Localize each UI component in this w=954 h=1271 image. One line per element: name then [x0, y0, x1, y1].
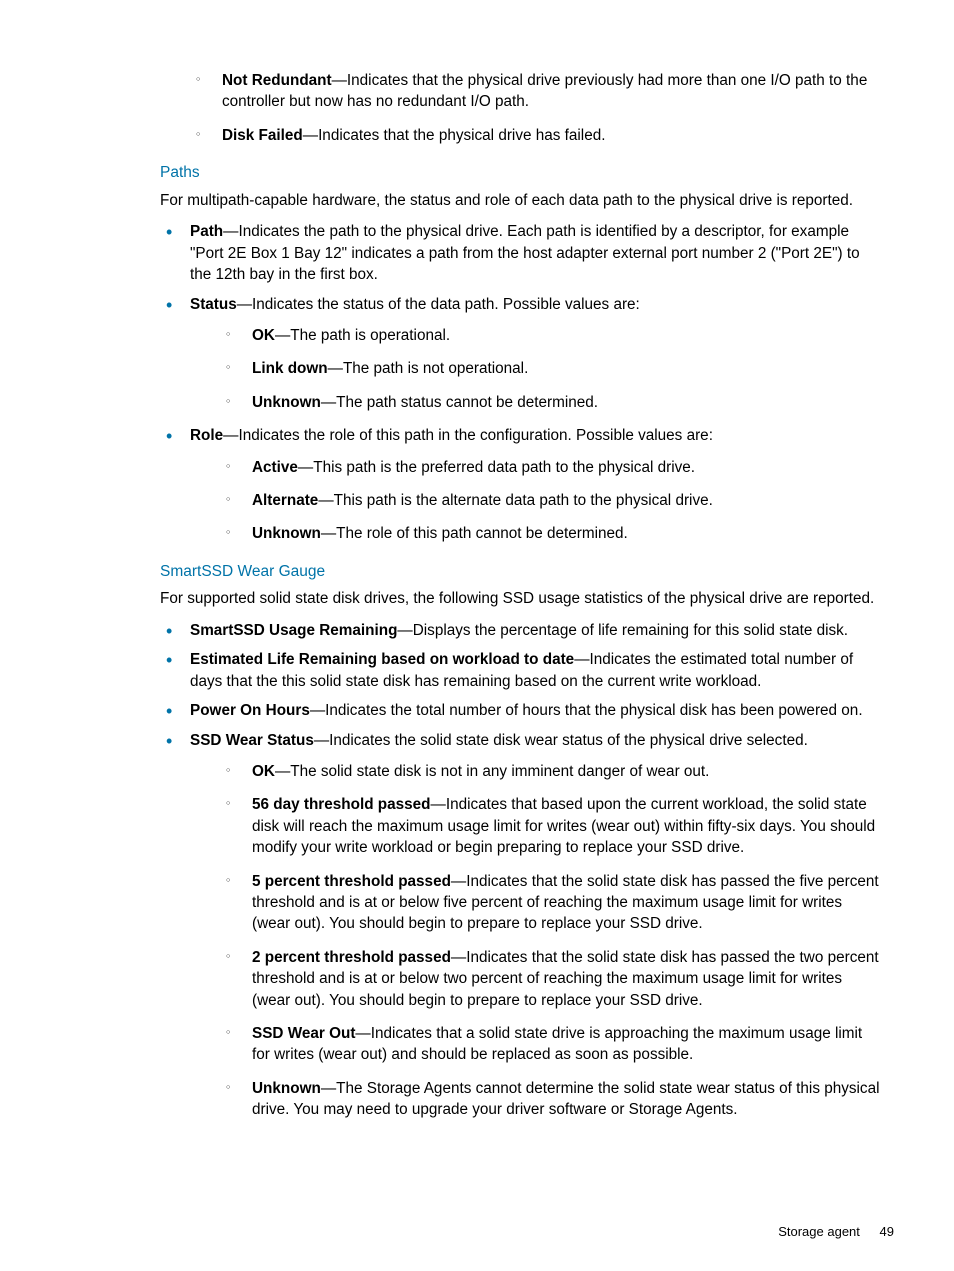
desc: —The path is operational.	[275, 327, 450, 344]
desc: —The path status cannot be determined.	[321, 394, 598, 411]
list-item: Disk Failed—Indicates that the physical …	[160, 125, 884, 146]
term: Unknown	[252, 394, 321, 411]
list-item: Unknown—The path status cannot be determ…	[190, 392, 884, 413]
heading-paths: Paths	[160, 162, 884, 184]
list-item: 5 percent threshold passed—Indicates tha…	[190, 871, 884, 935]
page-number: 49	[880, 1224, 894, 1239]
term: Unknown	[252, 525, 321, 542]
top-sublist: Not Redundant —Indicates that the physica…	[160, 70, 884, 146]
list-item: Estimated Life Remaining based on worklo…	[160, 649, 884, 692]
term: Unknown	[252, 1080, 321, 1097]
term: OK	[252, 763, 275, 780]
term: Power On Hours	[190, 702, 310, 719]
desc: —Indicates the role of this path in the …	[223, 427, 713, 444]
paths-intro: For multipath-capable hardware, the stat…	[160, 190, 884, 211]
desc: —Displays the percentage of life remaini…	[397, 622, 848, 639]
desc: —Indicates the total number of hours tha…	[310, 702, 863, 719]
desc: —The solid state disk is not in any immi…	[275, 763, 709, 780]
term: Status	[190, 296, 237, 313]
term: Estimated Life Remaining based on worklo…	[190, 651, 574, 668]
list-item: SSD Wear Out—Indicates that a solid stat…	[190, 1023, 884, 1066]
list-item: Link down—The path is not operational.	[190, 358, 884, 379]
list-item: Status—Indicates the status of the data …	[160, 294, 884, 414]
term: Link down	[252, 360, 328, 377]
desc: —Indicates the path to the physical driv…	[190, 223, 860, 283]
role-sublist: Active—This path is the preferred data p…	[190, 457, 884, 545]
term: Disk Failed	[222, 127, 303, 144]
desc: —The Storage Agents cannot determine the…	[252, 1080, 880, 1118]
smartssd-list: SmartSSD Usage Remaining—Displays the pe…	[160, 620, 884, 1121]
status-sublist: OK—The path is operational. Link down—Th…	[190, 325, 884, 413]
term: 5 percent threshold passed	[252, 873, 451, 890]
term: 2 percent threshold passed	[252, 949, 451, 966]
term: 56 day threshold passed	[252, 796, 431, 813]
list-item: Unknown—The role of this path cannot be …	[190, 523, 884, 544]
term: Alternate	[252, 492, 318, 509]
list-item: OK—The solid state disk is not in any im…	[190, 761, 884, 782]
smartssd-intro: For supported solid state disk drives, t…	[160, 588, 884, 609]
list-item: 2 percent threshold passed—Indicates tha…	[190, 947, 884, 1011]
desc: —This path is the preferred data path to…	[298, 459, 695, 476]
term: Not Redundant	[222, 72, 332, 89]
list-item: Unknown—The Storage Agents cannot determ…	[190, 1078, 884, 1121]
term: SmartSSD Usage Remaining	[190, 622, 397, 639]
desc: —Indicates that the physical drive has f…	[303, 127, 606, 144]
list-item: Path—Indicates the path to the physical …	[160, 221, 884, 285]
paths-list: Path—Indicates the path to the physical …	[160, 221, 884, 544]
footer-label: Storage agent	[778, 1224, 860, 1239]
term: Role	[190, 427, 223, 444]
list-item: SSD Wear Status—Indicates the solid stat…	[160, 730, 884, 1121]
list-item: OK—The path is operational.	[190, 325, 884, 346]
page-footer: Storage agent 49	[778, 1223, 894, 1241]
desc: —This path is the alternate data path to…	[318, 492, 713, 509]
list-item: Role—Indicates the role of this path in …	[160, 425, 884, 545]
list-item: Not Redundant—Indicates that the physica…	[160, 70, 884, 113]
list-item: SmartSSD Usage Remaining—Displays the pe…	[160, 620, 884, 641]
term: SSD Wear Out	[252, 1025, 355, 1042]
term: OK	[252, 327, 275, 344]
wear-sublist: OK—The solid state disk is not in any im…	[190, 761, 884, 1121]
desc: —Indicates the status of the data path. …	[237, 296, 640, 313]
list-item: 56 day threshold passed—Indicates that b…	[190, 794, 884, 858]
heading-smartssd: SmartSSD Wear Gauge	[160, 561, 884, 583]
desc: —The role of this path cannot be determi…	[321, 525, 628, 542]
list-item: Alternate—This path is the alternate dat…	[190, 490, 884, 511]
desc: —Indicates the solid state disk wear sta…	[314, 732, 808, 749]
desc: —The path is not operational.	[328, 360, 529, 377]
list-item: Active—This path is the preferred data p…	[190, 457, 884, 478]
list-item: Power On Hours—Indicates the total numbe…	[160, 700, 884, 721]
term: SSD Wear Status	[190, 732, 314, 749]
term: Path	[190, 223, 223, 240]
term: Active	[252, 459, 298, 476]
